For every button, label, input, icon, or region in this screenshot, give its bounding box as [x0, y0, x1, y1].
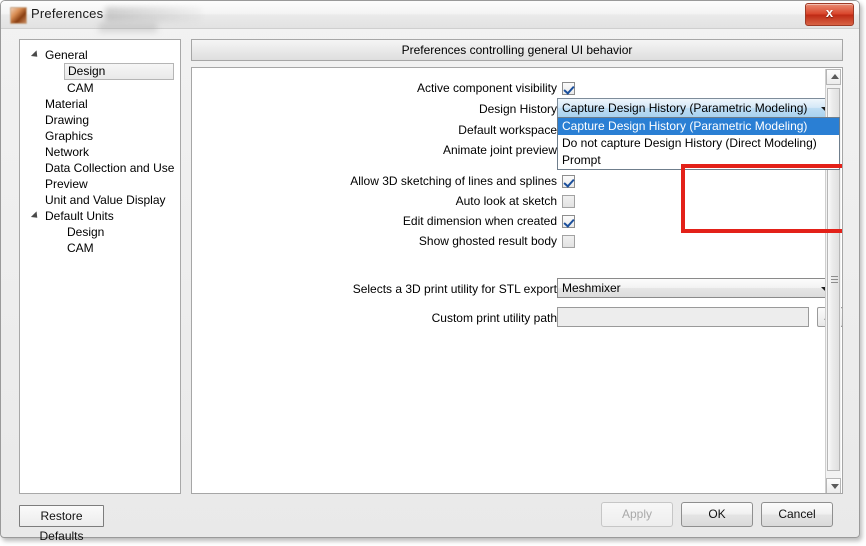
sidebar-item-label: Design	[67, 225, 105, 239]
row-edit-dimension-when-created: Edit dimension when created	[192, 212, 712, 230]
label-animate-joint-preview: Animate joint preview	[442, 143, 557, 157]
design-history-selected-value: Capture Design History (Parametric Model…	[562, 101, 808, 115]
sidebar-item-drawing[interactable]: Drawing	[45, 112, 180, 128]
sidebar-item-label: Design	[68, 64, 106, 78]
sidebar-item-label: General	[45, 48, 88, 62]
sidebar-item-default-units[interactable]: Default Units	[30, 208, 180, 224]
sidebar-item-design[interactable]: Design	[64, 63, 174, 80]
dialog-content: General Design CAM Material Drawing Graphics N…	[11, 34, 851, 494]
stl-print-utility-value: Meshmixer	[562, 281, 621, 295]
checkbox-allow-3d-sketching[interactable]	[562, 175, 575, 188]
title-bar: Preferences x	[1, 1, 859, 32]
title-watermark-secondary	[99, 23, 157, 32]
sidebar-item-graphics[interactable]: Graphics	[45, 128, 180, 144]
triangle-down-icon	[831, 484, 839, 489]
sidebar-item-design[interactable]: Design	[67, 224, 180, 240]
checkbox-show-ghosted-result-body[interactable]	[562, 235, 575, 248]
sidebar-item-general[interactable]: General	[30, 47, 180, 63]
label-design-history: Design History	[478, 102, 557, 116]
sidebar-item-label: Unit and Value Display	[45, 193, 166, 207]
preferences-window: Preferences x General Design CAM Material Dr…	[0, 0, 860, 543]
restore-defaults-button[interactable]: Restore Defaults	[19, 505, 104, 543]
dialog-footer: Restore Defaults Apply OK Cancel	[1, 491, 859, 543]
label-auto-look-at-sketch: Auto look at sketch	[455, 194, 557, 208]
cancel-button[interactable]: Cancel	[761, 502, 833, 527]
design-history-combobox[interactable]: Capture Design History (Parametric Model…	[557, 98, 840, 118]
expander-triangle-icon[interactable]	[30, 211, 41, 221]
label-custom-print-path: Custom print utility path	[431, 311, 557, 325]
sidebar-item-label: Graphics	[45, 129, 94, 143]
sidebar-item-cam[interactable]: CAM	[67, 80, 180, 96]
sidebar-item-label: Default Units	[45, 209, 114, 223]
dropdown-option-0[interactable]: Capture Design History (Parametric Model…	[558, 118, 839, 135]
scroll-up-button[interactable]	[826, 69, 841, 85]
label-allow-3d-sketching: Allow 3D sketching of lines and splines	[350, 174, 557, 188]
ok-button[interactable]: OK	[681, 502, 753, 527]
dropdown-option-1[interactable]: Do not capture Design History (Direct Mo…	[558, 135, 839, 152]
triangle-up-icon	[831, 74, 839, 79]
sidebar-item-label: Network	[45, 145, 90, 159]
close-icon: x	[825, 5, 834, 20]
checkbox-active-component-visibility[interactable]	[562, 82, 575, 95]
preferences-panel: Preferences controlling general UI behav…	[191, 39, 843, 494]
sidebar-item-unit-and-value-display[interactable]: Unit and Value Display	[45, 192, 180, 208]
dropdown-option-2[interactable]: Prompt	[558, 152, 839, 169]
sidebar-item-label: Preview	[45, 177, 88, 191]
label-active-component-visibility: Active component visibility	[416, 81, 557, 95]
title-watermark	[105, 7, 201, 22]
design-history-dropdown-list[interactable]: Capture Design History (Parametric Model…	[557, 117, 840, 170]
sidebar-item-data-collection-and-use[interactable]: Data Collection and Use	[45, 160, 180, 176]
scrollbar-grip-icon	[831, 275, 838, 284]
label-default-workspace: Default workspace	[458, 123, 557, 137]
sidebar-item-label: Material	[45, 97, 88, 111]
label-show-ghosted-result-body: Show ghosted result body	[418, 234, 557, 248]
apply-button[interactable]: Apply	[601, 502, 673, 527]
sidebar-item-label: Data Collection and Use	[45, 161, 175, 175]
row-allow-3d-sketching: Allow 3D sketching of lines and splines	[192, 172, 712, 190]
panel-header: Preferences controlling general UI behav…	[191, 39, 843, 61]
label-edit-dimension-when-created: Edit dimension when created	[402, 214, 557, 228]
sidebar-item-cam[interactable]: CAM	[67, 240, 180, 256]
sidebar-item-label: CAM	[67, 241, 94, 255]
row-auto-look-at-sketch: Auto look at sketch	[192, 192, 712, 210]
row-show-ghosted-result-body: Show ghosted result body	[192, 232, 712, 250]
preferences-tree[interactable]: General Design CAM Material Drawing Graphics N…	[19, 39, 181, 494]
sidebar-item-label: CAM	[67, 81, 94, 95]
sidebar-item-material[interactable]: Material	[45, 96, 180, 112]
app-icon	[10, 7, 27, 24]
stl-print-utility-combobox[interactable]: Meshmixer	[557, 278, 840, 298]
checkbox-auto-look-at-sketch[interactable]	[562, 195, 575, 208]
window-title: Preferences	[31, 6, 104, 21]
checkbox-edit-dimension-when-created[interactable]	[562, 215, 575, 228]
custom-print-path-input[interactable]	[557, 307, 809, 327]
panel-body: Active component visibility Design Histo…	[191, 67, 843, 494]
expander-triangle-icon[interactable]	[30, 50, 41, 60]
tree-container: General Design CAM Material Drawing Graphics N…	[20, 40, 180, 256]
sidebar-item-label: Drawing	[45, 113, 90, 127]
row-active-component-visibility: Active component visibility	[192, 79, 712, 97]
sidebar-item-network[interactable]: Network	[45, 144, 180, 160]
label-stl-print-utility: Selects a 3D print utility for STL expor…	[352, 282, 557, 296]
sidebar-item-preview[interactable]: Preview	[45, 176, 180, 192]
close-button[interactable]: x	[805, 3, 854, 26]
